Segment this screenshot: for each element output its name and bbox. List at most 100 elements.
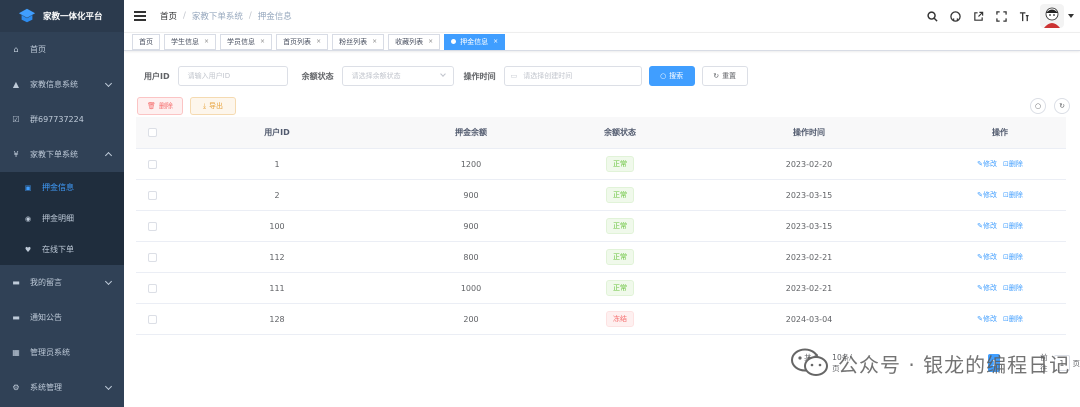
tag-favorites-list[interactable]: 收藏列表 × — [388, 33, 441, 50]
close-icon[interactable]: × — [204, 38, 209, 45]
breadcrumb-current: 押金信息 — [257, 12, 292, 22]
sidebar-item-group[interactable]: ☑ 群697737224 — [0, 102, 124, 137]
cell-user-id: 1 — [274, 159, 280, 169]
gear-icon: ⚙ — [12, 383, 20, 392]
sidebar-item-deposit-detail[interactable]: ◉ 押金明细 — [0, 203, 124, 234]
select-all-checkbox[interactable] — [147, 128, 157, 137]
fullscreen-icon[interactable] — [993, 8, 1009, 24]
delete-row-button[interactable]: ⊡删除 — [1003, 159, 1023, 169]
user-id-label: 用户ID — [144, 71, 170, 81]
status-badge: 正常 — [606, 156, 634, 172]
reset-button[interactable]: ↻ 重置 — [701, 66, 748, 86]
edit-button[interactable]: ✎修改 — [977, 190, 997, 200]
pager-page-unit: 页 — [1072, 358, 1080, 368]
edit-button[interactable]: ✎修改 — [977, 159, 997, 169]
status-badge: 正常 — [606, 249, 634, 265]
search-button[interactable]: ○ 搜索 — [648, 66, 695, 86]
sidebar-item-admin[interactable]: ▦ 管理员系统 — [0, 335, 124, 370]
search-icon: ○ — [1034, 102, 1042, 110]
tag-deposit-info[interactable]: 押金信息 × — [444, 33, 506, 50]
submenu: ▣ 押金信息 ◉ 押金明细 ♥ 在线下单 — [0, 172, 124, 265]
download-icon: ⤓ — [202, 101, 207, 110]
export-button[interactable]: ⤓ 导出 — [190, 97, 236, 115]
row-checkbox[interactable] — [147, 283, 157, 293]
github-icon[interactable] — [947, 8, 963, 24]
delete-row-button[interactable]: ⊡删除 — [1003, 314, 1023, 324]
sidebar-item-online-order[interactable]: ♥ 在线下单 — [0, 234, 124, 265]
user-id-input[interactable]: 请输入用户ID — [177, 66, 288, 86]
refresh-button[interactable]: ↻ — [1054, 98, 1070, 114]
status-badge: 正常 — [606, 280, 634, 296]
chevron-down-icon — [104, 382, 113, 391]
avatar[interactable] — [1040, 4, 1064, 28]
watermark: 公众号 · 银龙的编程日记 — [790, 347, 1070, 379]
refresh-icon: ↻ — [1059, 102, 1065, 110]
tag-student-info[interactable]: 学生信息 × — [164, 33, 217, 50]
close-icon[interactable]: × — [493, 38, 498, 45]
close-icon[interactable]: × — [260, 38, 265, 45]
sidebar-item-label: 家教信息系统 — [30, 80, 78, 89]
time-picker[interactable]: ▭ 请选择创建时间 — [503, 66, 642, 86]
toggle-search-button[interactable]: ○ — [1030, 98, 1046, 114]
status-select[interactable]: 请选择余额状态 — [341, 66, 454, 86]
chevron-down-icon — [439, 71, 446, 77]
delete-button[interactable]: 🗑︎ 删除 — [137, 97, 183, 115]
sidebar-item-notices[interactable]: ▬ 通知公告 — [0, 300, 124, 335]
tag-label: 学生信息 — [171, 37, 199, 46]
logo[interactable]: 家教一体化平台 — [0, 0, 124, 32]
logo-icon — [18, 8, 36, 23]
heart-icon: ♥ — [24, 245, 32, 254]
delete-row-button[interactable]: ⊡删除 — [1003, 252, 1023, 262]
row-checkbox[interactable] — [147, 221, 157, 231]
close-icon[interactable]: × — [428, 38, 433, 45]
breadcrumb-home[interactable]: 首页 — [160, 10, 177, 22]
time-label: 操作时间 — [463, 71, 496, 81]
search-icon[interactable] — [924, 8, 940, 24]
table-header: 用户ID 押金余额 余额状态 操作时间 操作 — [136, 117, 1066, 149]
calendar-icon: ▭ — [510, 72, 518, 80]
header-user-id: 用户ID — [264, 128, 290, 137]
edit-button[interactable]: ✎修改 — [977, 252, 997, 262]
edit-button[interactable]: ✎修改 — [977, 221, 997, 231]
sidebar-item-label: 群697737224 — [30, 115, 84, 124]
external-link-icon[interactable] — [970, 8, 986, 24]
row-checkbox[interactable] — [147, 159, 157, 169]
hamburger-icon[interactable] — [134, 11, 146, 21]
sidebar-item-label: 押金明细 — [42, 214, 74, 223]
cell-time: 2023-03-15 — [785, 221, 833, 231]
delete-row-button[interactable]: ⊡删除 — [1003, 283, 1023, 293]
table-row: 111 1000 正常 2023-02-21 ✎修改 ⊡删除 — [136, 273, 1066, 304]
edit-button[interactable]: ✎修改 — [977, 314, 997, 324]
delete-row-button[interactable]: ⊡删除 — [1003, 221, 1023, 231]
check-square-icon: ☑ — [12, 115, 20, 124]
delete-row-button[interactable]: ⊡删除 — [1003, 190, 1023, 200]
tag-home-list[interactable]: 首页列表 × — [276, 33, 329, 50]
sidebar-item-home[interactable]: ⌂ 首页 — [0, 32, 124, 67]
sidebar-item-label: 通知公告 — [30, 313, 62, 322]
tag-home[interactable]: 首页 — [132, 33, 160, 50]
font-size-icon[interactable] — [1016, 8, 1032, 24]
sidebar-item-label: 管理员系统 — [30, 348, 70, 357]
sidebar-item-tutor-info[interactable]: ▲ 家教信息系统 — [0, 67, 124, 102]
tag-fans-list[interactable]: 粉丝列表 × — [332, 33, 385, 50]
sidebar-item-system[interactable]: ⚙ 系统管理 — [0, 370, 124, 405]
row-checkbox[interactable] — [147, 190, 157, 200]
sidebar: 家教一体化平台 ⌂ 首页 ▲ 家教信息系统 ☑ 群697737224 ¥ 家教下… — [0, 0, 124, 407]
eye-icon: ◉ — [24, 214, 32, 223]
cell-amount: 800 — [463, 252, 479, 262]
tag-member-info[interactable]: 学员信息 × — [220, 33, 273, 50]
breadcrumb-order-system: 家教下单系统 — [191, 12, 243, 22]
sidebar-item-order-system[interactable]: ¥ 家教下单系统 — [0, 137, 124, 172]
caret-down-icon[interactable] — [1068, 14, 1074, 18]
edit-button[interactable]: ✎修改 — [977, 283, 997, 293]
close-icon[interactable]: × — [316, 38, 321, 45]
cell-user-id: 100 — [269, 221, 285, 231]
row-checkbox[interactable] — [147, 252, 157, 262]
cell-user-id: 2 — [274, 190, 280, 200]
close-icon[interactable]: × — [372, 38, 377, 45]
status-badge: 正常 — [606, 218, 634, 234]
sidebar-item-messages[interactable]: ▬ 我的留言 — [0, 265, 124, 300]
sidebar-item-deposit-info[interactable]: ▣ 押金信息 — [0, 172, 124, 203]
watermark-text: 公众号 · 银龙的编程日记 — [838, 352, 1071, 377]
row-checkbox[interactable] — [147, 314, 157, 324]
